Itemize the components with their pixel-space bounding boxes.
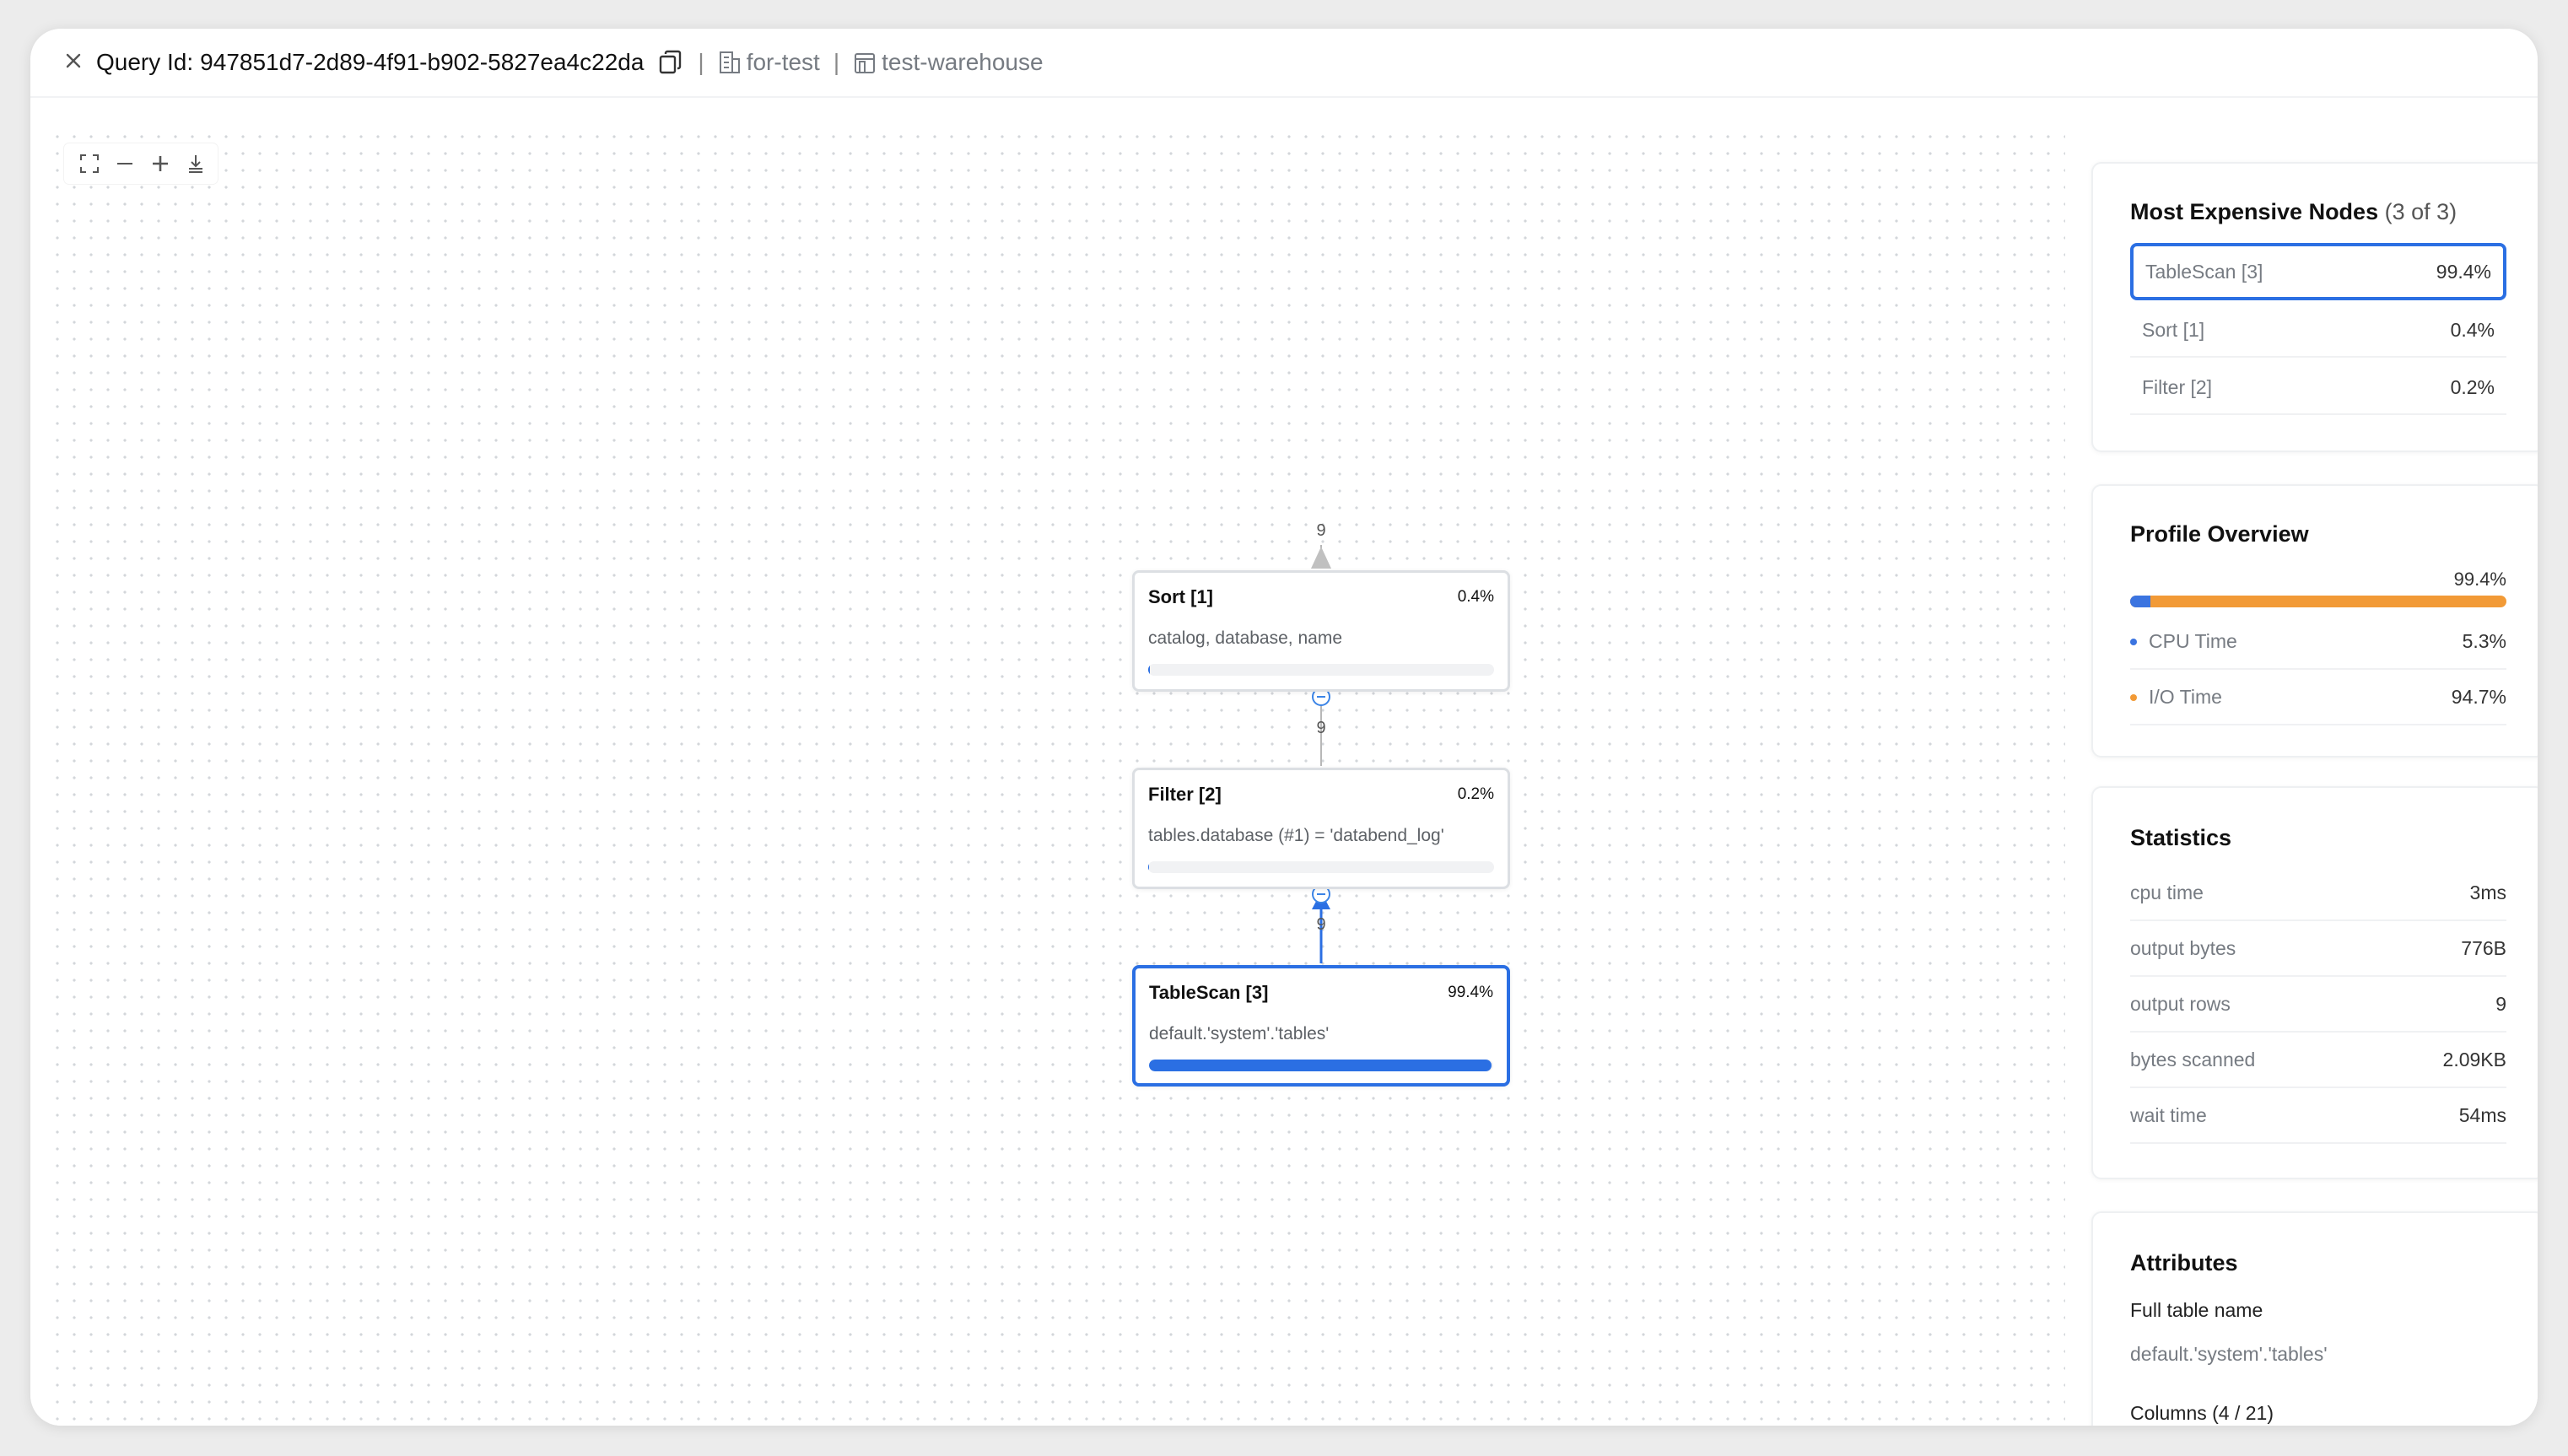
stat-value: 3ms <box>2469 881 2506 903</box>
expensive-item-name: Sort [1] <box>2142 318 2205 341</box>
stat-value: 54ms <box>2458 1103 2506 1126</box>
node-cost-fill <box>1149 1060 1492 1071</box>
expensive-item[interactable]: Sort [1] 0.4% <box>2130 304 2506 358</box>
node-cost-bar <box>1148 861 1494 873</box>
query-info: Query Id: 947851d7-2d89-4f91-b902-5827ea… <box>96 29 1044 96</box>
graph-node-filter[interactable]: Filter [2] 0.2% tables.database (#1) = '… <box>1132 768 1510 889</box>
arrow-up-icon <box>1311 547 1331 569</box>
io-dot-icon <box>2130 694 2137 702</box>
most-expensive-panel: Most Expensive Nodes (3 of 3) TableScan … <box>2091 162 2538 452</box>
node-cost-bar <box>1149 1060 1493 1071</box>
profile-item-value: 5.3% <box>2462 629 2506 652</box>
node-description: default.'system'.'tables' <box>1149 1024 1330 1043</box>
stat-name: cpu time <box>2130 881 2204 903</box>
warehouse-crumb: test-warehouse <box>853 49 1044 76</box>
profile-item-name: CPU Time <box>2149 629 2237 652</box>
expensive-item-name: TableScan [3] <box>2145 260 2263 283</box>
node-title: Sort [1] <box>1148 586 1213 607</box>
close-button[interactable] <box>52 40 94 82</box>
profile-item-name: I/O Time <box>2149 685 2222 708</box>
query-id-value: 947851d7-2d89-4f91-b902-5827ea4c22da <box>200 49 645 75</box>
node-cost-fill <box>1148 861 1149 873</box>
tenant-name: for-test <box>746 49 820 75</box>
stat-row: bytes scanned 2.09KB <box>2130 1033 2506 1088</box>
node-percent: 99.4% <box>1448 984 1493 1001</box>
cpu-dot-icon <box>2130 639 2137 646</box>
warehouse-icon <box>855 53 876 73</box>
node-percent: 0.4% <box>1457 588 1494 606</box>
node-cost-fill <box>1148 664 1150 676</box>
expensive-count: (3 of 3) <box>2384 199 2457 224</box>
expensive-item[interactable]: Filter [2] 0.2% <box>2130 361 2506 415</box>
expensive-item-value: 99.4% <box>2436 260 2491 283</box>
node-description: catalog, database, name <box>1148 628 1342 648</box>
statistics-panel: Statistics cpu time 3ms output bytes 776… <box>2091 786 2538 1179</box>
edge-row-count: 9 <box>1316 915 1326 934</box>
stat-value: 9 <box>2495 992 2506 1015</box>
query-id-label: Query Id: <box>96 49 194 75</box>
stat-row: output bytes 776B <box>2130 921 2506 977</box>
profile-item-cpu: CPU Time 5.3% <box>2130 614 2506 670</box>
warehouse-name: test-warehouse <box>882 49 1044 75</box>
attribute-label: Full table name <box>2130 1299 2263 1321</box>
attribute-value: default.'system'.'tables' <box>2130 1343 2328 1365</box>
tenant-crumb: for-test <box>718 49 820 76</box>
copy-button[interactable] <box>657 49 684 76</box>
graph-canvas[interactable]: 9 9 9 Sort [1] 0.4% catalog, database, n… <box>49 128 2065 1426</box>
node-description: tables.database (#1) = 'databend_log' <box>1148 826 1444 845</box>
stat-row: output rows 9 <box>2130 977 2506 1033</box>
profile-overview-panel: Profile Overview 99.4% CPU Time 5.3% I/O… <box>2091 484 2538 758</box>
edge-row-count: 9 <box>1316 719 1326 737</box>
building-icon <box>719 51 740 73</box>
panel-title: Profile Overview <box>2130 521 2309 547</box>
node-cost-bar <box>1148 664 1494 676</box>
stat-name: output rows <box>2130 992 2231 1015</box>
expensive-title: Most Expensive Nodes <box>2130 199 2379 224</box>
profile-total: 99.4% <box>2453 569 2506 590</box>
expensive-item[interactable]: TableScan [3] 99.4% <box>2130 243 2506 300</box>
separator: | <box>698 49 704 75</box>
stat-name: bytes scanned <box>2130 1048 2256 1070</box>
stat-value: 2.09KB <box>2442 1048 2506 1070</box>
panel-title: Attributes <box>2130 1250 2238 1275</box>
panel-title: Statistics <box>2130 825 2232 850</box>
node-title: TableScan [3] <box>1149 982 1269 1003</box>
edge-row-count: 9 <box>1316 521 1326 540</box>
attributes-panel: Attributes Full table name default.'syst… <box>2091 1211 2538 1426</box>
profile-item-value: 94.7% <box>2451 685 2506 708</box>
stat-value: 776B <box>2461 936 2506 959</box>
graph-node-sort[interactable]: Sort [1] 0.4% catalog, database, name <box>1132 570 1510 692</box>
stat-row: cpu time 3ms <box>2130 866 2506 921</box>
expensive-item-value: 0.2% <box>2450 375 2495 398</box>
copy-icon <box>660 50 682 74</box>
columns-label[interactable]: Columns (4 / 21) <box>2130 1402 2274 1425</box>
stat-name: wait time <box>2130 1103 2207 1126</box>
stat-name: output bytes <box>2130 936 2236 959</box>
header-bar: Query Id: 947851d7-2d89-4f91-b902-5827ea… <box>30 29 2538 98</box>
profile-item-io: I/O Time 94.7% <box>2130 670 2506 725</box>
graph-node-tablescan[interactable]: TableScan [3] 99.4% default.'system'.'ta… <box>1132 965 1510 1087</box>
node-title: Filter [2] <box>1148 784 1222 805</box>
profile-bar <box>2130 596 2506 607</box>
close-icon <box>66 53 81 68</box>
query-profile-window: Query Id: 947851d7-2d89-4f91-b902-5827ea… <box>30 29 2538 1426</box>
separator: | <box>833 49 840 75</box>
panel-title: Most Expensive Nodes (3 of 3) <box>2130 199 2457 225</box>
expensive-item-value: 0.4% <box>2450 318 2495 341</box>
node-percent: 0.2% <box>1457 785 1494 803</box>
stat-row: wait time 54ms <box>2130 1088 2506 1144</box>
expensive-item-name: Filter [2] <box>2142 375 2213 398</box>
profile-cpu-fill <box>2130 596 2150 607</box>
graph-edges <box>1311 545 1331 963</box>
